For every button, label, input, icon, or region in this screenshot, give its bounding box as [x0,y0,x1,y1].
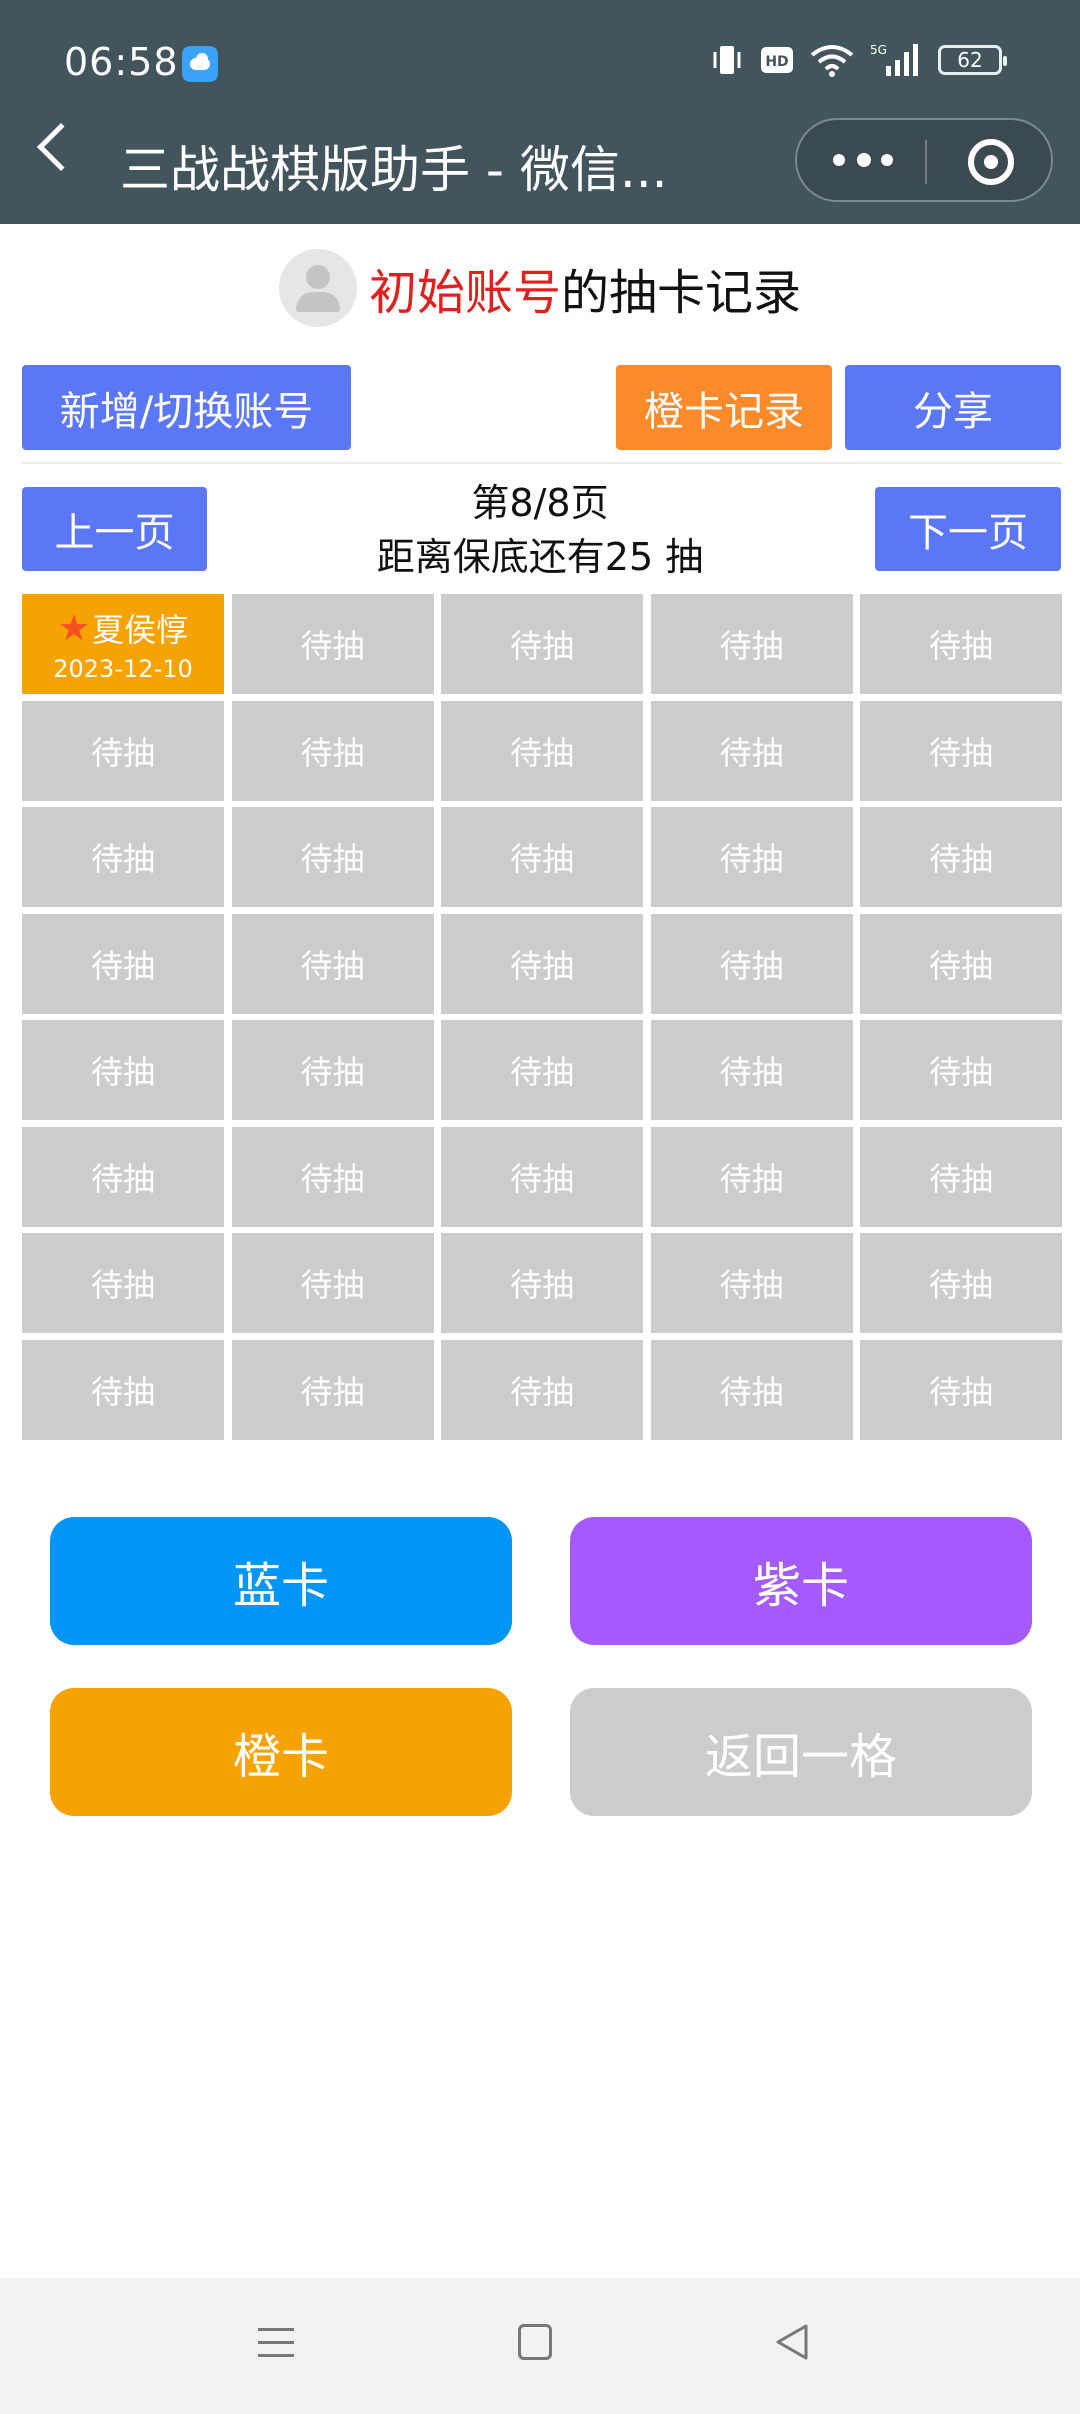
pending-cell[interactable]: 待抽 [22,1126,224,1227]
pending-cell[interactable]: 待抽 [231,1233,434,1333]
pending-cell[interactable]: 待抽 [441,1233,643,1333]
pending-cell[interactable]: 待抽 [441,1126,643,1227]
pending-cell[interactable]: 待抽 [441,1339,643,1440]
pending-cell[interactable]: 待抽 [860,1126,1062,1227]
card-name-row: ★ 夏侯惇 [58,605,188,651]
pending-cell[interactable]: 待抽 [22,913,224,1014]
next-page-button[interactable]: 下一页 [875,487,1061,571]
pending-cell[interactable]: 待抽 [441,594,643,694]
pending-cell[interactable]: 待抽 [650,913,853,1014]
system-nav-bar [0,2278,1080,2414]
avatar [278,249,357,327]
undo-button[interactable]: 返回一格 [570,1688,1032,1816]
pending-cell[interactable]: 待抽 [860,700,1062,801]
pending-cell[interactable]: 待抽 [441,913,643,1014]
home-icon[interactable] [518,2324,552,2360]
pending-cell[interactable]: 待抽 [650,1126,853,1227]
pending-cell[interactable]: 待抽 [22,700,224,801]
pity-label: 距离保底还有25 抽 [376,535,704,579]
weather-icon [182,46,218,82]
wifi-icon [810,45,854,77]
card-date: 2023-12-10 [53,655,193,683]
pending-cell[interactable]: 待抽 [231,700,434,801]
pending-cell[interactable]: 待抽 [860,1020,1062,1120]
page-label: 第8/8页 [471,481,609,525]
switch-account-button[interactable]: 新增/切换账号 [22,365,351,450]
page-title: 初始账号的抽卡记录 [369,253,801,323]
divider [22,462,1062,464]
pending-cell[interactable]: 待抽 [650,807,853,907]
pending-cell[interactable]: 待抽 [22,1233,224,1333]
card-cell-orange[interactable]: ★ 夏侯惇 2023-12-10 [22,594,224,694]
pending-cell[interactable]: 待抽 [231,807,434,907]
network-label: 5G [870,43,887,57]
hd-icon: HD [761,47,793,73]
pending-cell[interactable]: 待抽 [231,913,434,1014]
pending-cell[interactable]: 待抽 [650,1233,853,1333]
star-icon: ★ [57,607,91,649]
pending-cell[interactable]: 待抽 [650,1339,853,1440]
more-icon[interactable] [833,153,893,168]
pending-cell[interactable]: 待抽 [650,700,853,801]
status-time: 06:58 [64,40,179,84]
pending-cell[interactable]: 待抽 [860,594,1062,694]
app-header: 06:58 HD 5G 62 三战战棋版助手 - 微信... [0,0,1080,224]
card-name: 夏侯惇 [92,611,189,649]
back-arrow-icon[interactable] [36,122,86,172]
orange-card-button[interactable]: 橙卡 [50,1688,512,1816]
pending-cell[interactable]: 待抽 [860,1233,1062,1333]
prev-page-button[interactable]: 上一页 [22,487,207,571]
share-button[interactable]: 分享 [845,365,1061,450]
close-miniprogram-icon[interactable] [968,139,1014,185]
blue-card-button[interactable]: 蓝卡 [50,1517,512,1645]
orange-records-button[interactable]: 橙卡记录 [616,365,832,450]
battery-icon: 62 [938,45,1007,75]
status-icons: HD 5G 62 [710,42,1007,78]
pending-cell[interactable]: 待抽 [22,807,224,907]
back-icon[interactable] [772,2322,812,2362]
page-heading: 初始账号的抽卡记录 [0,248,1080,328]
pending-cell[interactable]: 待抽 [231,594,434,694]
purple-card-button[interactable]: 紫卡 [570,1517,1032,1645]
nav-title: 三战战棋版助手 - 微信... [120,141,668,199]
pending-cell[interactable]: 待抽 [441,700,643,801]
pending-cell[interactable]: 待抽 [650,1020,853,1120]
pending-cell[interactable]: 待抽 [231,1339,434,1440]
capsule-divider [925,140,927,184]
signal-5g-icon: 5G [870,43,918,76]
pager-info: 第8/8页 距离保底还有25 抽 [300,476,780,584]
pending-cell[interactable]: 待抽 [650,594,853,694]
pending-cell[interactable]: 待抽 [231,1020,434,1120]
draw-grid: ★ 夏侯惇 2023-12-10 待抽 待抽 待抽 待抽 待抽 待抽 待抽 待抽 待抽 待抽 待抽待… [22,594,1062,1440]
pending-cell[interactable]: 待抽 [22,1020,224,1120]
miniprogram-capsule [795,118,1053,202]
battery-level: 62 [957,48,983,72]
pending-cell[interactable]: 待抽 [860,913,1062,1014]
pending-cell[interactable]: 待抽 [860,1339,1062,1440]
title-suffix: 的抽卡记录 [561,265,802,321]
vibrate-icon [713,46,741,74]
pending-cell[interactable]: 待抽 [231,1126,434,1227]
account-name: 初始账号 [368,265,561,321]
menu-icon[interactable] [258,2324,294,2360]
pending-cell[interactable]: 待抽 [22,1339,224,1440]
pending-cell[interactable]: 待抽 [441,1020,643,1120]
pending-cell[interactable]: 待抽 [441,807,643,907]
pending-cell[interactable]: 待抽 [860,807,1062,907]
hd-label: HD [765,54,788,70]
